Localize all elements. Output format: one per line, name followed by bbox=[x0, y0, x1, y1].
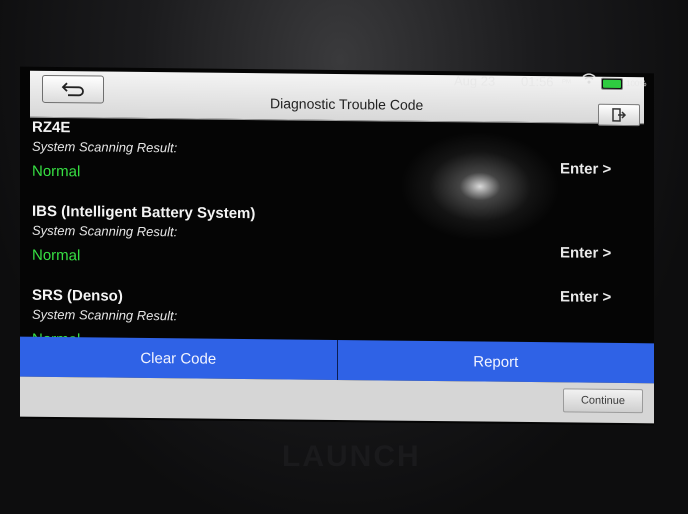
action-bar: Clear Code Report bbox=[20, 336, 655, 384]
system-name: SRS (Denso) bbox=[32, 286, 123, 305]
exit-button[interactable] bbox=[598, 103, 640, 127]
system-result-label: System Scanning Result: bbox=[32, 306, 178, 324]
status-time: 01:56 bbox=[521, 73, 554, 90]
device-brand-logo: LAUNCH bbox=[282, 440, 421, 473]
footer-bar: Continue bbox=[20, 376, 654, 424]
enter-button[interactable]: Enter > bbox=[560, 244, 611, 262]
exit-icon bbox=[612, 108, 626, 122]
system-row-ibs[interactable]: IBS (Intelligent Battery System) System … bbox=[32, 203, 642, 283]
battery-icon bbox=[601, 77, 623, 90]
system-list: RZ4E System Scanning Result: Normal Ente… bbox=[20, 119, 654, 356]
system-result-label: System Scanning Result: bbox=[32, 138, 178, 156]
system-row-rz4e[interactable]: RZ4E System Scanning Result: Normal Ente… bbox=[32, 119, 642, 199]
system-result-value: Normal bbox=[32, 162, 81, 181]
clear-code-button[interactable]: Clear Code bbox=[20, 337, 337, 380]
status-date: Aug 23 bbox=[454, 73, 496, 89]
page-title: Diagnostic Trouble Code bbox=[270, 95, 424, 113]
enter-button[interactable]: Enter > bbox=[560, 160, 611, 178]
enter-button[interactable]: Enter > bbox=[560, 288, 611, 306]
report-button[interactable]: Report bbox=[338, 340, 655, 383]
battery-percent: 100% bbox=[626, 79, 647, 89]
battery-level bbox=[603, 79, 621, 88]
system-name: RZ4E bbox=[32, 118, 71, 137]
system-result-value: Normal bbox=[32, 246, 81, 265]
continue-button[interactable]: Continue bbox=[563, 388, 643, 414]
system-name: IBS (Intelligent Battery System) bbox=[32, 202, 256, 223]
wifi-icon bbox=[582, 73, 596, 88]
system-result-label: System Scanning Result: bbox=[32, 222, 178, 240]
status-ampm: PM bbox=[562, 79, 571, 86]
device-screen: Diagnostic Trouble Code Aug 23 01:56 PM … bbox=[20, 66, 655, 426]
